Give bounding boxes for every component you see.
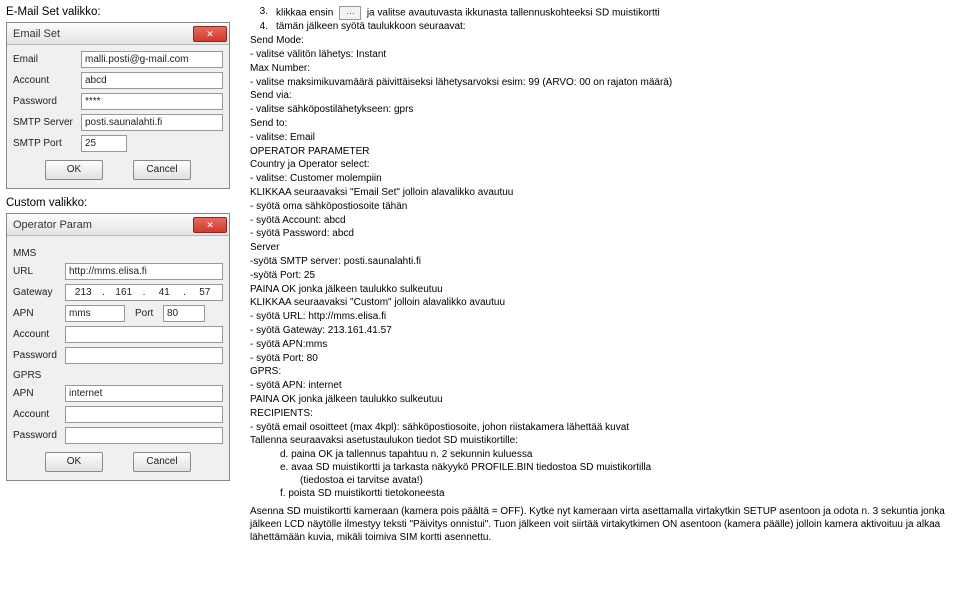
email-field[interactable]: malli.posti@g-mail.com: [81, 51, 223, 68]
smtp-port-field[interactable]: 25: [81, 135, 127, 152]
instruction-line: PAINA OK jonka jälkeen taulukko sulkeutu…: [250, 284, 950, 297]
step-3-number: 3.: [250, 6, 268, 19]
ok-button[interactable]: OK: [45, 160, 103, 180]
instruction-line: KLIKKAA seuraavaksi "Custom" jolloin ala…: [250, 297, 950, 310]
gprs-password-label: Password: [13, 430, 65, 441]
gprs-apn-label: APN: [13, 388, 65, 399]
mms-password-label: Password: [13, 350, 65, 361]
instruction-line: GPRS:: [250, 366, 950, 379]
substep-d: d. paina OK ja tallennus tapahtuu n. 2 s…: [280, 449, 950, 462]
account-label: Account: [13, 75, 81, 86]
cancel-button[interactable]: Cancel: [133, 160, 191, 180]
password-label: Password: [13, 96, 81, 107]
instruction-line: PAINA OK jonka jälkeen taulukko sulkeutu…: [250, 394, 950, 407]
gateway-field[interactable]: 213. 161. 41. 57: [65, 284, 223, 301]
gprs-account-field[interactable]: [65, 406, 223, 423]
gateway-octet-1[interactable]: 213: [66, 285, 101, 300]
apn-label: APN: [13, 308, 65, 319]
gateway-octet-3[interactable]: 41: [147, 285, 182, 300]
instruction-line: - valitse: Customer molempiin: [250, 173, 950, 186]
step-3-text-a: klikkaa ensin: [276, 8, 333, 19]
instruction-line: - valitse sähköpostilähetykseen: gprs: [250, 104, 950, 117]
mms-port-label: Port: [135, 308, 163, 319]
step-3-text-b: ja valitse avautuvasta ikkunasta tallenn…: [367, 8, 660, 19]
mms-account-label: Account: [13, 329, 65, 340]
gprs-account-label: Account: [13, 409, 65, 420]
close-icon[interactable]: [193, 217, 227, 233]
apn-field[interactable]: mms: [65, 305, 125, 322]
gateway-octet-2[interactable]: 161: [107, 285, 142, 300]
instruction-line: OPERATOR PARAMETER: [250, 146, 950, 159]
instruction-line: -syötä SMTP server: posti.saunalahti.fi: [250, 256, 950, 269]
step-4-text: tämän jälkeen syötä taulukkoon seuraavat…: [276, 21, 466, 34]
smtp-port-label: SMTP Port: [13, 138, 81, 149]
email-set-heading: E-Mail Set valikko:: [6, 6, 240, 18]
gprs-section-heading: GPRS: [13, 370, 223, 381]
instruction-line: RECIPIENTS:: [250, 408, 950, 421]
step-4-number: 4.: [250, 21, 268, 34]
gateway-label: Gateway: [13, 287, 65, 298]
step-3-text: klikkaa ensin ja valitse avautuvasta ikk…: [276, 6, 660, 20]
ok-button[interactable]: OK: [45, 452, 103, 472]
instructions-text: 3. klikkaa ensin ja valitse avautuvasta …: [240, 0, 960, 604]
instruction-line: - syötä Port: 80: [250, 353, 950, 366]
instruction-line: - syötä Password: abcd: [250, 228, 950, 241]
url-label: URL: [13, 266, 65, 277]
operator-param-dialog: Operator Param MMS URL http://mms.elisa.…: [6, 213, 230, 481]
instruction-line: Max Number:: [250, 63, 950, 76]
gprs-apn-field[interactable]: internet: [65, 385, 223, 402]
instruction-line: - syötä email osoitteet (max 4kpl): sähk…: [250, 422, 950, 435]
mms-password-field[interactable]: [65, 347, 223, 364]
instruction-line: - valitse maksimikuvamäärä päivittäiseks…: [250, 77, 950, 90]
instruction-line: Tallenna seuraavaksi asetustaulukon tied…: [250, 435, 950, 448]
instruction-line: Send Mode:: [250, 35, 950, 48]
instruction-line: Send to:: [250, 118, 950, 131]
instruction-line: - syötä APN: internet: [250, 380, 950, 393]
instruction-line: - syötä APN:mms: [250, 339, 950, 352]
instruction-line: - syötä oma sähköpostiosoite tähän: [250, 201, 950, 214]
gateway-octet-4[interactable]: 57: [188, 285, 223, 300]
close-icon[interactable]: [193, 26, 227, 42]
smtp-server-label: SMTP Server: [13, 117, 81, 128]
final-paragraph: Asenna SD muistikortti kameraan (kamera …: [250, 506, 950, 544]
instruction-line: KLIKKAA seuraavaksi "Email Set" jolloin …: [250, 187, 950, 200]
instruction-line: - syötä Gateway: 213.161.41.57: [250, 325, 950, 338]
instruction-line: Send via:: [250, 90, 950, 103]
browse-icon: [339, 6, 361, 20]
custom-heading: Custom valikko:: [6, 197, 240, 209]
substep-f: f. poista SD muistikortti tietokoneesta: [280, 488, 950, 501]
instruction-line: Server: [250, 242, 950, 255]
instruction-line: - syötä Account: abcd: [250, 215, 950, 228]
account-field[interactable]: abcd: [81, 72, 223, 89]
smtp-server-field[interactable]: posti.saunalahti.fi: [81, 114, 223, 131]
instruction-line: Country ja Operator select:: [250, 159, 950, 172]
url-field[interactable]: http://mms.elisa.fi: [65, 263, 223, 280]
mms-account-field[interactable]: [65, 326, 223, 343]
email-dialog-title: Email Set: [13, 28, 60, 40]
operator-dialog-title: Operator Param: [13, 219, 92, 231]
substep-e-note: (tiedostoa ei tarvitse avata!): [300, 475, 950, 488]
instruction-line: -syötä Port: 25: [250, 270, 950, 283]
password-field[interactable]: ****: [81, 93, 223, 110]
gprs-password-field[interactable]: [65, 427, 223, 444]
instruction-line: - valitse välitön lähetys: Instant: [250, 49, 950, 62]
mms-port-field[interactable]: 80: [163, 305, 205, 322]
instruction-line: - syötä URL: http://mms.elisa.fi: [250, 311, 950, 324]
email-label: Email: [13, 54, 81, 65]
mms-section-heading: MMS: [13, 248, 223, 259]
email-set-dialog: Email Set Email malli.posti@g-mail.com A…: [6, 22, 230, 189]
cancel-button[interactable]: Cancel: [133, 452, 191, 472]
instruction-line: - valitse: Email: [250, 132, 950, 145]
substep-e: e. avaa SD muistikortti ja tarkasta näky…: [280, 462, 950, 475]
